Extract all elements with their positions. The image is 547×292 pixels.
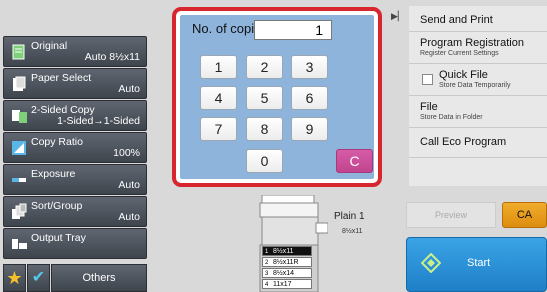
tray-item[interactable]: 3 8½x14 — [262, 268, 312, 278]
key-8[interactable]: 8 — [246, 117, 283, 141]
output-tray-icon — [12, 239, 27, 249]
quick-file-item[interactable]: Quick File Store Data Temporarily — [409, 64, 547, 96]
key-1[interactable]: 1 — [200, 55, 237, 79]
quick-file-label: Quick File — [439, 69, 488, 81]
file-label: File — [420, 101, 438, 113]
tray-item[interactable]: 2 8½x11R — [262, 257, 312, 267]
tray-item[interactable]: 4 11x17 — [262, 279, 312, 289]
two-sided-copy-button[interactable]: 2-Sided Copy 1-Sided→1-Sided — [3, 100, 147, 131]
key-5[interactable]: 5 — [246, 86, 283, 110]
exposure-label: Exposure — [31, 168, 76, 180]
quick-file-sub: Store Data Temporarily — [439, 82, 511, 89]
paper-select-label: Paper Select — [31, 72, 92, 84]
star-icon: ★ — [6, 268, 23, 288]
bottom-bar: ★ ✔ Others — [3, 264, 147, 292]
copy-ratio-button[interactable]: Copy Ratio 100% — [3, 132, 147, 163]
original-icon — [12, 44, 25, 60]
paper-select-value: Auto — [118, 83, 140, 95]
exposure-value: Auto — [118, 179, 140, 191]
call-eco-program-item[interactable]: Call Eco Program — [409, 128, 547, 158]
sort-group-icon — [12, 203, 27, 219]
function-panel: Original Auto 8½x11 Paper Select Auto 2-… — [3, 36, 147, 292]
copy-ratio-icon — [12, 141, 26, 155]
check-button[interactable]: ✔ — [27, 264, 50, 292]
program-registration-label: Program Registration — [420, 37, 524, 49]
clear-all-button[interactable]: CA — [502, 202, 547, 228]
file-item[interactable]: File Store Data in Folder — [409, 96, 547, 128]
exposure-button[interactable]: Exposure Auto — [3, 164, 147, 195]
output-tray-button[interactable]: Output Tray — [3, 228, 147, 259]
copy-ratio-value: 100% — [113, 147, 140, 159]
others-button[interactable]: Others — [51, 264, 147, 292]
key-9[interactable]: 9 — [291, 117, 328, 141]
copies-count-field[interactable]: 1 — [254, 20, 332, 40]
output-tray-label: Output Tray — [31, 232, 86, 244]
favorite-star-button[interactable]: ★ — [3, 264, 26, 292]
sort-group-value: Auto — [118, 211, 140, 223]
copy-ratio-label: Copy Ratio — [31, 136, 83, 148]
program-registration-sub: Register Current Settings — [420, 50, 499, 57]
original-label: Original — [31, 40, 68, 52]
checkmark-icon: ✔ — [31, 269, 46, 286]
key-0[interactable]: 0 — [246, 149, 283, 173]
program-registration-item[interactable]: Program Registration Register Current Se… — [409, 32, 547, 64]
key-7[interactable]: 7 — [200, 117, 237, 141]
key-6[interactable]: 6 — [291, 86, 328, 110]
sort-group-button[interactable]: Sort/Group Auto — [3, 196, 147, 227]
original-button[interactable]: Original Auto 8½x11 — [3, 36, 147, 67]
paper-type-label: Plain 1 — [334, 211, 365, 222]
preview-button[interactable]: Preview — [406, 202, 496, 228]
start-label: Start — [467, 257, 491, 269]
action-panel: Send and Print Program Registration Regi… — [409, 6, 547, 186]
paper-tray-list: 1 8½x11 2 8½x11R 3 8½x14 4 11x17 — [262, 246, 312, 292]
quick-file-checkbox[interactable] — [422, 74, 433, 85]
preview-label: Preview — [434, 210, 467, 220]
key-2[interactable]: 2 — [246, 55, 283, 79]
two-sided-copy-icon — [12, 110, 27, 123]
original-value: Auto 8½x11 — [84, 51, 140, 63]
file-sub: Store Data in Folder — [420, 114, 483, 121]
keypad-highlight-frame: No. of copies 1 1 2 3 4 5 6 7 8 9 0 C — [172, 7, 382, 187]
key-4[interactable]: 4 — [200, 86, 237, 110]
tray-item[interactable]: 1 8½x11 — [262, 246, 312, 256]
call-eco-program-label: Call Eco Program — [420, 136, 507, 148]
send-and-print-item[interactable]: Send and Print — [409, 6, 547, 32]
clear-key[interactable]: C — [336, 149, 373, 173]
key-3[interactable]: 3 — [291, 55, 328, 79]
start-diamond-icon — [421, 253, 441, 273]
exposure-icon — [12, 178, 26, 182]
send-and-print-label: Send and Print — [420, 14, 493, 26]
sort-group-label: Sort/Group — [31, 200, 83, 212]
start-button[interactable]: Start — [406, 237, 547, 292]
paper-select-icon — [13, 76, 26, 91]
paper-select-button[interactable]: Paper Select Auto — [3, 68, 147, 99]
paper-size-label: 8½x11 — [342, 228, 363, 235]
numeric-keypad: No. of copies 1 1 2 3 4 5 6 7 8 9 0 C — [180, 15, 374, 179]
two-sided-copy-value: 1-Sided→1-Sided — [57, 115, 140, 127]
panel-toggle-arrow-icon[interactable]: ▶▏ — [391, 11, 407, 27]
